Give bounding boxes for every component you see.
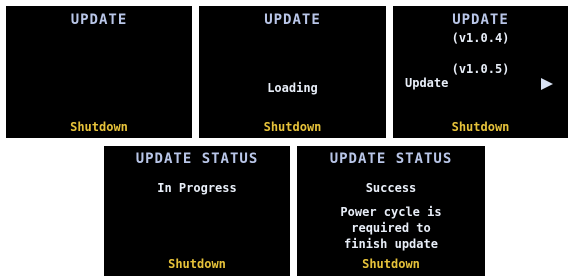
update-screen-loading: UPDATE Loading Shutdown	[199, 6, 386, 138]
update-status-in-progress: UPDATE STATUS In Progress Shutdown	[104, 146, 290, 276]
screen-title: UPDATE STATUS	[329, 151, 453, 167]
shutdown-softkey[interactable]: Shutdown	[393, 120, 568, 134]
shutdown-softkey[interactable]: Shutdown	[297, 257, 485, 271]
screen-title: UPDATE	[70, 12, 128, 28]
shutdown-softkey[interactable]: Shutdown	[104, 257, 290, 271]
new-version: (v1.0.5)	[451, 62, 510, 76]
update-action-label[interactable]: Update	[405, 76, 448, 90]
shutdown-softkey[interactable]: Shutdown	[199, 120, 386, 134]
progress-status: In Progress	[157, 181, 237, 195]
screen-title: UPDATE STATUS	[135, 151, 259, 167]
update-status-success: UPDATE STATUS Success Power cycle is req…	[297, 146, 485, 276]
screen-title: UPDATE	[452, 12, 509, 28]
screen-title: UPDATE	[264, 12, 321, 28]
update-screen-version: UPDATE (v1.0.4) (v1.0.5) Update Shutdown	[393, 6, 568, 138]
loading-status: Loading	[267, 81, 318, 95]
update-screen-main: UPDATE Shutdown	[6, 6, 192, 138]
shutdown-softkey[interactable]: Shutdown	[6, 120, 192, 134]
right-arrow-icon[interactable]	[541, 78, 553, 90]
success-status: Success	[365, 181, 417, 195]
message-line-1: Power cycle is	[340, 205, 442, 219]
current-version: (v1.0.4)	[451, 31, 510, 45]
message-line-2: required to	[351, 221, 431, 235]
message-line-3: finish update	[344, 237, 438, 251]
